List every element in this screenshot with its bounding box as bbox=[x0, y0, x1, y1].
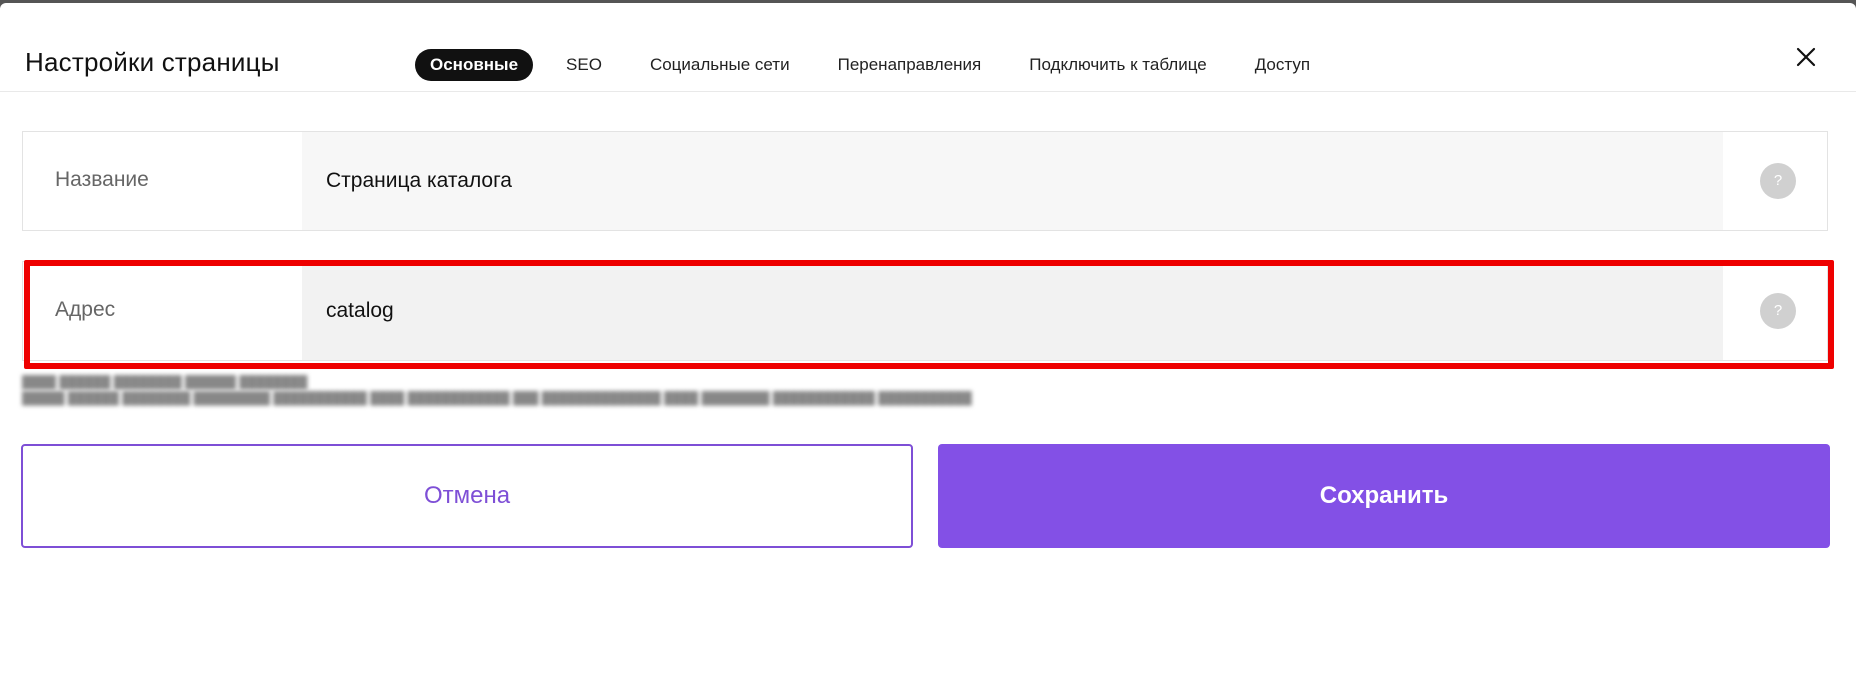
tab-main[interactable]: Основные bbox=[415, 49, 534, 81]
close-icon[interactable] bbox=[1794, 45, 1818, 69]
help-icon[interactable]: ? bbox=[1760, 163, 1796, 199]
tab-bar: Основные SEO Социальные сети Перенаправл… bbox=[415, 49, 1358, 81]
name-label: Название bbox=[55, 168, 149, 191]
name-input[interactable] bbox=[302, 132, 1723, 230]
tab-access[interactable]: Доступ bbox=[1255, 49, 1310, 81]
tab-redirects[interactable]: Перенаправления bbox=[838, 49, 982, 81]
dialog-title: Настройки страницы bbox=[25, 47, 280, 77]
address-field-row: Адрес ? bbox=[22, 261, 1828, 361]
tab-connect-table[interactable]: Подключить к таблице bbox=[1029, 49, 1206, 81]
address-input[interactable] bbox=[302, 262, 1723, 360]
name-field-row: Название ? bbox=[22, 131, 1828, 231]
tab-seo[interactable]: SEO bbox=[566, 49, 602, 81]
cancel-button[interactable]: Отмена bbox=[21, 444, 913, 548]
page-settings-dialog: Настройки страницы Основные SEO Социальн… bbox=[0, 3, 1856, 693]
dialog-header: Настройки страницы Основные SEO Социальн… bbox=[0, 3, 1856, 92]
blurred-hint-line: ████ ██████ ████████ ██████ ████████ bbox=[22, 375, 308, 389]
address-label: Адрес bbox=[55, 298, 116, 321]
help-icon[interactable]: ? bbox=[1760, 293, 1796, 329]
save-button[interactable]: Сохранить bbox=[938, 444, 1830, 548]
tab-social[interactable]: Социальные сети bbox=[650, 49, 790, 81]
blurred-hint-line: █████ ██████ ████████ █████████ ████████… bbox=[22, 391, 972, 405]
